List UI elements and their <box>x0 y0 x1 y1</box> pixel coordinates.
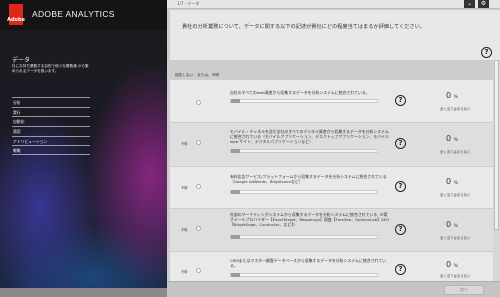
sidebar-item-strategy[interactable]: 戦略 <box>12 145 90 156</box>
unknown-radio[interactable] <box>196 140 201 145</box>
percent-suffix: % <box>453 95 458 100</box>
help-icon[interactable]: ? <box>481 47 492 58</box>
progress-indicator: 1/7 - データ <box>177 1 200 6</box>
help-icon[interactable]: ? <box>395 95 406 106</box>
unknown-label: 不明 <box>181 142 188 146</box>
percent-number: 0 <box>446 260 452 269</box>
percent-number: 0 <box>446 91 452 100</box>
percent-value: 0 % <box>446 177 458 186</box>
rating-slider[interactable] <box>230 273 378 277</box>
percent-suffix: % <box>453 138 458 143</box>
question-row: 不明 モバイル・チャネルを含む全社のすべてのデジタル資産から収集するデータを分析… <box>170 123 493 166</box>
percent-suffix: % <box>453 224 458 229</box>
section-description: 社にお持ち業務する目的で使うな業数通 から集められるデータを扱います。 <box>12 64 89 73</box>
percent-number: 0 <box>446 220 452 229</box>
scale-label: 全く当てはまらない <box>440 236 471 240</box>
main-panel: 1/7 - データ ⌄ ⚙ 貴社の分析業務について、データに関する以下の記述が貴… <box>167 0 500 297</box>
row-statement: CRMまたはマスター顧客データベースから収集するデータを分析システムに統合されて… <box>230 258 387 269</box>
column-header-unknown: 回答しない、または、不明 <box>174 73 220 77</box>
question-row: 不明 CRMまたはマスター顧客データベースから収集するデータを分析システムに統合… <box>170 252 493 281</box>
row-statement: 外部のマーケティングシステムから収集するデータを分析システムに統合されている（E… <box>230 212 389 228</box>
row-statement: モバイル・チャネルを含む全社のすべてのデジタル資産から収集するデータを分析システ… <box>230 129 389 145</box>
question-row: 不明 有料広告サービス/プラットフォームから収集するデータを分析システムに統合さ… <box>170 167 493 208</box>
logo-text: Adobe <box>7 17 25 23</box>
unknown-label: 不明 <box>181 186 188 190</box>
slider-thumb[interactable] <box>231 99 240 103</box>
scale-label: 全く当てはまらない <box>440 107 471 111</box>
sidebar-item-analysis[interactable]: 分析 <box>12 97 90 107</box>
question-row: 不明 外部のマーケティングシステムから収集するデータを分析システムに統合されてい… <box>170 209 493 251</box>
sidebar-item-attribution[interactable]: アトリビューション <box>12 135 90 146</box>
section-title: データ <box>12 57 31 64</box>
bottom-bar: 次へ <box>167 281 500 297</box>
scale-label: 全く当てはまらない <box>440 150 471 154</box>
help-icon[interactable]: ? <box>395 224 406 235</box>
percent-value: 0 % <box>446 91 458 100</box>
scrollbar-thumb[interactable] <box>494 60 499 230</box>
sidebar-nav: 分析 実行 自動化 適用 アトリビューション 戦略 <box>12 97 90 156</box>
app-header: Adobe ADOBE ANALYTICS <box>0 0 167 30</box>
rating-slider[interactable] <box>230 149 378 153</box>
sidebar-item-application[interactable]: 適用 <box>12 126 90 136</box>
percent-suffix: % <box>453 181 458 186</box>
percent-suffix: % <box>453 264 458 269</box>
rating-slider[interactable] <box>230 235 378 239</box>
percent-value: 0 % <box>446 220 458 229</box>
percent-number: 0 <box>446 134 452 143</box>
next-button[interactable]: 次へ <box>444 285 484 295</box>
rating-slider[interactable] <box>230 99 378 103</box>
chevron-down-icon[interactable]: ⌄ <box>464 0 475 8</box>
question-header: 貴社の分析業務について、データに関する以下の記述が貴社にどの程度当てはまるか評価… <box>170 10 500 60</box>
top-bar: 1/7 - データ ⌄ ⚙ <box>167 0 500 9</box>
percent-number: 0 <box>446 177 452 186</box>
help-icon[interactable]: ? <box>395 138 406 149</box>
percent-value: 0 % <box>446 134 458 143</box>
row-statement: 自社のすべてのweb資産から収集するデータを分析システムに統合されている。 <box>230 90 370 95</box>
slider-thumb[interactable] <box>231 149 240 153</box>
unknown-radio[interactable] <box>196 268 201 273</box>
sidebar-item-automation[interactable]: 自動化 <box>12 116 90 126</box>
app-title: ADOBE ANALYTICS <box>32 9 115 19</box>
question-row: 自社のすべてのweb資産から収集するデータを分析システムに統合されている。 ? … <box>170 80 493 122</box>
sidebar: Adobe ADOBE ANALYTICS データ 社にお持ち業務する目的で使う… <box>0 0 167 297</box>
help-icon[interactable]: ? <box>395 181 406 192</box>
unknown-label: 不明 <box>181 228 188 232</box>
gear-icon[interactable]: ⚙ <box>478 0 489 8</box>
slider-thumb[interactable] <box>231 190 240 194</box>
sidebar-item-execution[interactable]: 実行 <box>12 106 90 117</box>
rating-slider[interactable] <box>230 190 378 194</box>
unknown-radio[interactable] <box>196 226 201 231</box>
row-statement: 有料広告サービス/プラットフォームから収集するデータを分析システムに統合されてい… <box>230 174 387 185</box>
help-icon[interactable]: ? <box>395 264 406 275</box>
sidebar-footer <box>0 288 167 297</box>
slider-thumb[interactable] <box>231 235 240 239</box>
scale-label: 全く当てはまらない <box>440 193 471 197</box>
question-text: 貴社の分析業務について、データに関する以下の記述が貴社にどの程度当てはまるか評価… <box>182 24 425 30</box>
unknown-radio[interactable] <box>196 100 201 105</box>
percent-value: 0 % <box>446 260 458 269</box>
scale-label: 全く当てはまらない <box>440 274 471 278</box>
adobe-logo: Adobe <box>7 4 25 25</box>
unknown-label: 不明 <box>181 270 188 274</box>
unknown-radio[interactable] <box>196 184 201 189</box>
slider-thumb[interactable] <box>231 273 240 277</box>
